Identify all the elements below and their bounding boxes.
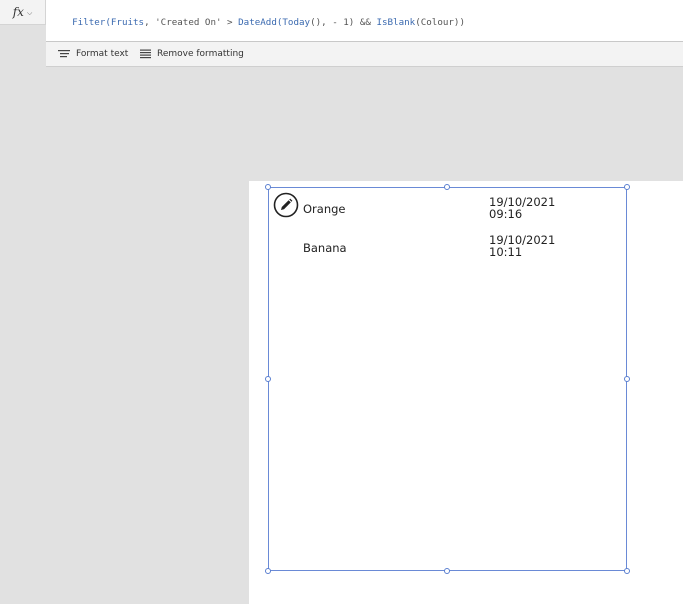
gallery-item[interactable]: Banana 19/10/2021 10:11 — [269, 226, 626, 264]
gallery-item[interactable]: Orange 19/10/2021 09:16 — [269, 188, 626, 226]
item-time: 10:11 — [489, 245, 523, 259]
format-text-label: Format text — [76, 49, 129, 59]
formula-token: DateAdd( — [238, 17, 283, 28]
item-created-date: 19/10/2021 10:11 — [489, 234, 555, 258]
pencil-icon[interactable] — [273, 192, 299, 218]
remove-formatting-icon — [140, 49, 151, 59]
resize-handle-top[interactable] — [444, 184, 450, 190]
resize-handle-bottom-left[interactable] — [265, 568, 271, 574]
formula-text: Filter(Fruits, 'Created On' > DateAdd(To… — [50, 6, 465, 39]
item-title: Orange — [303, 202, 346, 216]
resize-handle-bottom-right[interactable] — [624, 568, 630, 574]
resize-handle-right[interactable] — [624, 376, 630, 382]
formula-token: , 'Created On' > — [144, 17, 239, 28]
formula-token: (), - 1) && — [310, 17, 377, 28]
formula-input[interactable]: Filter(Fruits, 'Created On' > DateAdd(To… — [46, 0, 683, 42]
chevron-down-icon: ⌵ — [26, 8, 33, 17]
resize-handle-bottom[interactable] — [444, 568, 450, 574]
resize-handle-left[interactable] — [265, 376, 271, 382]
resize-handle-top-left[interactable] — [265, 184, 271, 190]
resize-handle-top-right[interactable] — [624, 184, 630, 190]
remove-formatting-button[interactable]: Remove formatting — [140, 42, 244, 66]
format-text-button[interactable]: Format text — [58, 42, 128, 66]
formula-token: (Colour)) — [415, 17, 465, 28]
formula-token: Today — [282, 17, 311, 28]
formula-token: Filter( — [72, 17, 111, 28]
item-time: 09:16 — [489, 207, 523, 221]
gallery-control[interactable]: Orange 19/10/2021 09:16 Banana 19/10/202… — [268, 187, 627, 571]
fx-label: fx — [12, 5, 24, 19]
function-selector[interactable]: fx ⌵ — [0, 0, 46, 25]
formula-token: IsBlank — [376, 17, 416, 28]
item-title: Banana — [303, 241, 347, 255]
remove-formatting-label: Remove formatting — [157, 49, 244, 59]
formula-token: Fruits — [110, 17, 145, 28]
item-created-date: 19/10/2021 09:16 — [489, 196, 555, 220]
format-text-icon — [58, 49, 70, 59]
formula-toolbar: Format text Remove formatting — [46, 42, 683, 67]
